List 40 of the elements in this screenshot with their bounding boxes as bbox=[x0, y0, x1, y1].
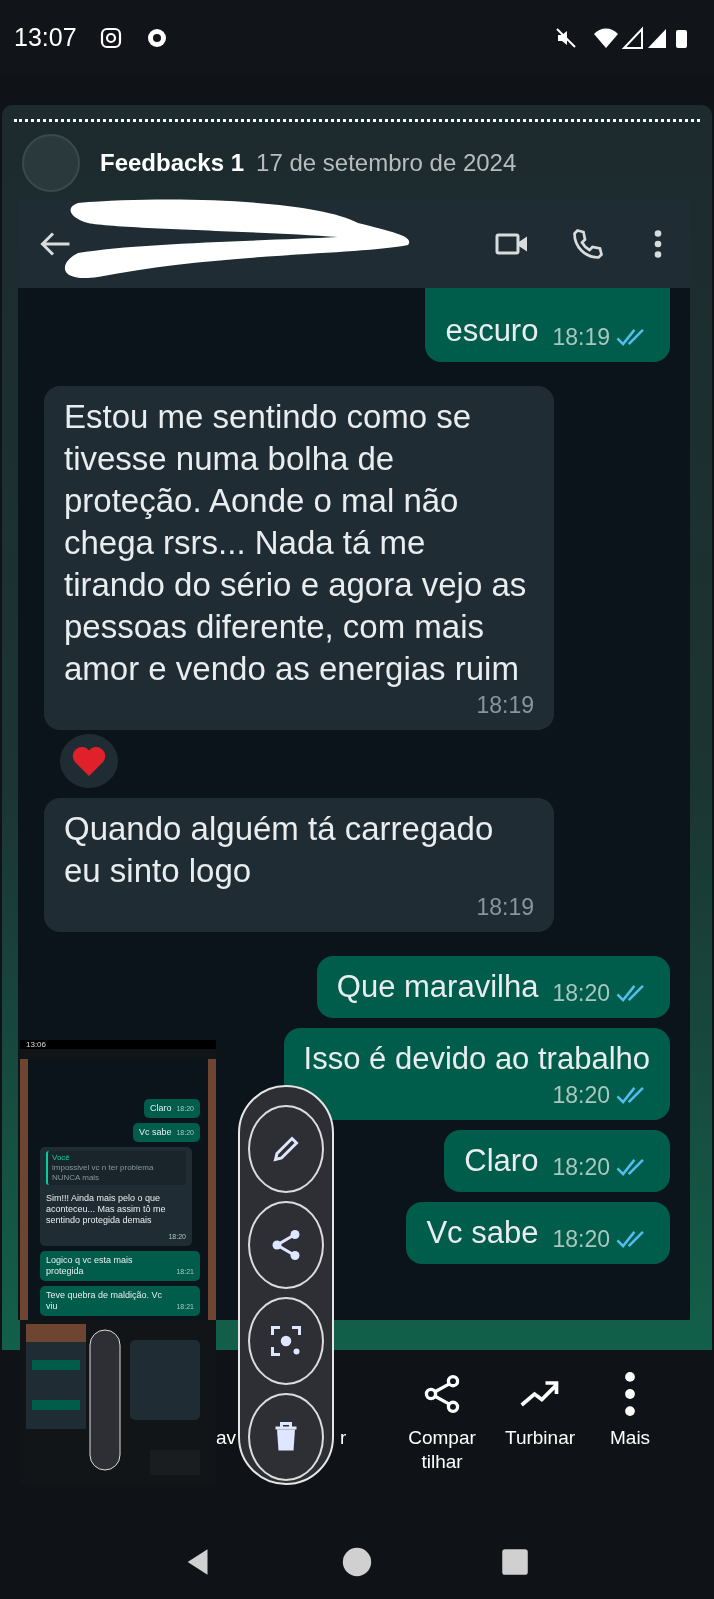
message-text: escuro bbox=[445, 312, 539, 350]
screenshot-preview[interactable] bbox=[20, 1040, 216, 1472]
message-time: 18:19 bbox=[476, 691, 534, 720]
album-title: Feedbacks 1 bbox=[100, 149, 245, 177]
message-text: Isso é devido ao trabalho bbox=[303, 1040, 650, 1078]
status-time: 13:06 bbox=[26, 1040, 47, 1049]
phone-icon[interactable] bbox=[570, 226, 606, 262]
action-button[interactable]: Turbinar bbox=[505, 1372, 576, 1450]
quoted-message: Você impossivel vc n ter problema NUNCA mais bbox=[46, 1151, 186, 1185]
message-time: 18:20 bbox=[552, 1080, 650, 1110]
message-text: Estou me sentindo como se tivesse numa bolha de proteção. Aonde o mal não chega rsrs... Nada tá me tirando do sério e agora vejo as pessoas diferente, com mais amor e vendo as energias ruim bbox=[64, 397, 528, 689]
message-text: Sim!!! Ainda mais pelo o que aconteceu... Mas assim tô me sentindo protegida demais bbox=[46, 1193, 167, 1226]
edit-button[interactable] bbox=[248, 1105, 324, 1193]
scan-icon bbox=[268, 1323, 304, 1359]
mute-icon bbox=[554, 25, 578, 50]
message-text: Claro bbox=[149, 1103, 172, 1114]
message-text: Que maravilha bbox=[336, 968, 539, 1006]
message-time: 18:20 bbox=[552, 1152, 650, 1182]
message-time: 18:20 bbox=[552, 1224, 650, 1254]
action-button[interactable]: av bbox=[216, 1372, 237, 1450]
action-button[interactable]: Compar tilhar bbox=[392, 1372, 492, 1474]
delete-button[interactable] bbox=[248, 1393, 324, 1481]
message-time: 18:20 bbox=[552, 978, 650, 1008]
message-text: Claro bbox=[464, 1142, 539, 1180]
action-button[interactable]: r bbox=[340, 1372, 347, 1450]
camera-app-icon bbox=[98, 25, 123, 50]
message-text: Vc sabe bbox=[138, 1127, 172, 1138]
message-text: Quando alguém tá carregado eu sinto logo bbox=[64, 809, 495, 891]
action-button[interactable]: Mais bbox=[610, 1372, 651, 1450]
message-time: 18:19 bbox=[552, 322, 650, 352]
message-text: Logico q vc esta mais protegida bbox=[46, 1255, 134, 1277]
message-text: Vc sabe bbox=[426, 1214, 539, 1252]
heart-icon bbox=[71, 744, 107, 778]
album-date: 17 de setembro de 2024 bbox=[256, 149, 517, 177]
message-text: Teve quebra de maldição. Vc viu bbox=[46, 1290, 164, 1312]
share-button[interactable] bbox=[248, 1201, 324, 1289]
status-time: 13:07 bbox=[14, 23, 77, 52]
more-icon bbox=[625, 1372, 636, 1416]
scan-button[interactable] bbox=[248, 1297, 324, 1385]
message-time: 18:19 bbox=[476, 893, 534, 922]
